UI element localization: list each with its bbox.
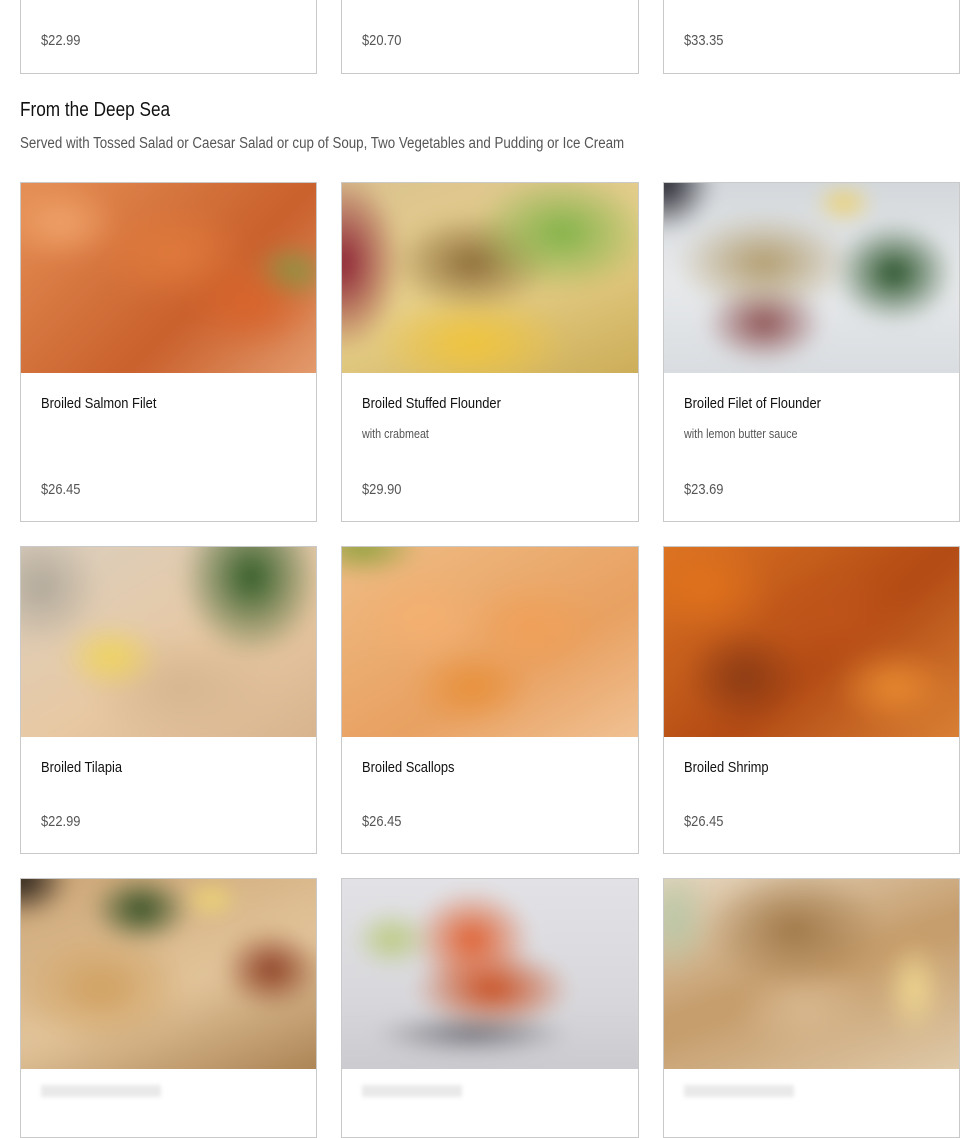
item-price: $26.45: [362, 813, 402, 830]
menu-card-salmon[interactable]: Broiled Salmon Filet $26.45: [20, 182, 317, 522]
fried-shrimp-photo: [342, 879, 638, 1069]
scallops-photo: [342, 547, 638, 737]
item-price: $20.70: [362, 32, 402, 49]
item-price: $26.45: [41, 481, 81, 498]
item-price: $26.45: [684, 813, 724, 830]
menu-card-row3-3[interactable]: [663, 878, 960, 1138]
item-name: Broiled Salmon Filet: [41, 395, 157, 412]
flounder-photo: [342, 183, 638, 373]
item-description: with lemon butter sauce: [684, 427, 798, 441]
menu-card-scallops[interactable]: Broiled Scallops $26.45: [341, 546, 639, 854]
section-subtitle: Served with Tossed Salad or Caesar Salad…: [20, 135, 625, 152]
item-name-placeholder: [684, 1085, 794, 1097]
item-price: $33.35: [684, 32, 724, 49]
item-price: $22.99: [41, 813, 81, 830]
item-description: with crabmeat: [362, 427, 429, 441]
grilled-fish-photo: [664, 879, 959, 1069]
item-name: Broiled Tilapia: [41, 759, 123, 776]
menu-card-row3-1[interactable]: [20, 878, 317, 1138]
flounder-filet-photo: [664, 183, 959, 373]
menu-card-row3-2[interactable]: [341, 878, 639, 1138]
item-name-placeholder: [41, 1085, 161, 1097]
menu-card-filet-flounder[interactable]: Broiled Filet of Flounder with lemon but…: [663, 182, 960, 522]
menu-card-stuffed-flounder[interactable]: Broiled Stuffed Flounder with crabmeat $…: [341, 182, 639, 522]
menu-card-top-1[interactable]: $22.99: [20, 0, 317, 74]
item-price: $29.90: [362, 481, 402, 498]
item-name: Broiled Shrimp: [684, 759, 769, 776]
tilapia-photo: [21, 547, 316, 737]
menu-card-shrimp[interactable]: Broiled Shrimp $26.45: [663, 546, 960, 854]
menu-card-tilapia[interactable]: Broiled Tilapia $22.99: [20, 546, 317, 854]
salmon-photo: [21, 183, 316, 373]
item-name: Broiled Stuffed Flounder: [362, 395, 501, 412]
section-title: From the Deep Sea: [20, 99, 171, 121]
menu-card-top-3[interactable]: $33.35: [663, 0, 960, 74]
item-name: Broiled Scallops: [362, 759, 455, 776]
seafood-platter-photo: [21, 879, 316, 1069]
item-price: $22.99: [41, 32, 81, 49]
shrimp-photo: [664, 547, 959, 737]
item-price: $23.69: [684, 481, 724, 498]
menu-card-top-2[interactable]: $20.70: [341, 0, 639, 74]
item-name: Broiled Filet of Flounder: [684, 395, 821, 412]
item-name-placeholder: [362, 1085, 462, 1097]
